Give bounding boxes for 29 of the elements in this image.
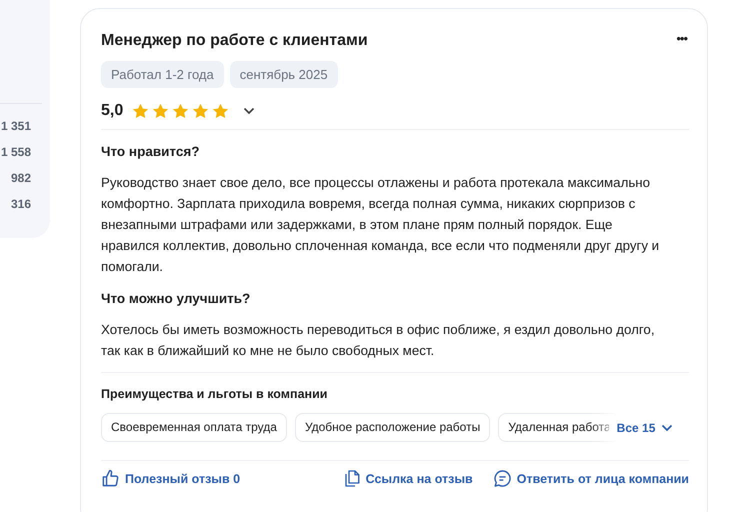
reply-button[interactable]: Ответить от лица компании bbox=[492, 469, 689, 488]
star-icon bbox=[172, 103, 190, 119]
star-icon bbox=[192, 103, 210, 119]
count-label: 982 bbox=[10, 170, 31, 186]
chevron-down-icon bbox=[243, 107, 256, 115]
benefits-heading: Преимущества и льготы в компании bbox=[101, 386, 328, 402]
tag-chip: сентябрь 2025 bbox=[230, 61, 338, 88]
review-title: Менеджер по работе с клиентами bbox=[101, 31, 368, 51]
benefit-chip: Удобное расположение работы bbox=[294, 413, 490, 442]
chevron-down-icon bbox=[661, 424, 674, 432]
tag-chip: Работал 1-2 года bbox=[101, 61, 224, 88]
count-label: 1 558 bbox=[0, 144, 31, 160]
helpful-button[interactable]: Полезный отзыв 0 bbox=[101, 469, 240, 488]
more-menu-button[interactable]: ••• bbox=[676, 31, 687, 46]
benefit-chip: Своевременная оплата труда bbox=[101, 413, 287, 442]
count-label: 316 bbox=[10, 196, 31, 212]
review-text: Руководство знает свое дело, все процессы отлажены и работа протекала максимально комфортно. Зарплата приходила вовремя, всегда полная сумма, никаких сюрпризов с внезапными штрафами или задержками, в этом плане прям полный порядок. Еще нравился коллектив, довольно сплоченная команда, все если что подменяли друг другу и помогали. bbox=[101, 174, 660, 276]
review-text: Хотелось бы иметь возможность переводиться в офис поближе, я ездил довольно долго, так как в ближайший ко мне не было свободных мест. bbox=[101, 321, 656, 360]
chat-bubble-icon bbox=[492, 469, 512, 488]
count-label: 1 351 bbox=[0, 118, 31, 134]
thumbs-up-icon bbox=[101, 469, 120, 488]
copy-link-button[interactable]: Ссылка на отзыв bbox=[342, 469, 473, 488]
rating-value: 5,0 bbox=[101, 102, 124, 120]
section-heading: Что нравится? bbox=[101, 143, 200, 161]
section-heading: Что можно улучшить? bbox=[101, 290, 252, 308]
star-icon bbox=[152, 103, 170, 119]
copy-icon bbox=[342, 469, 361, 488]
star-icon bbox=[132, 103, 150, 119]
star-icon bbox=[212, 103, 230, 119]
